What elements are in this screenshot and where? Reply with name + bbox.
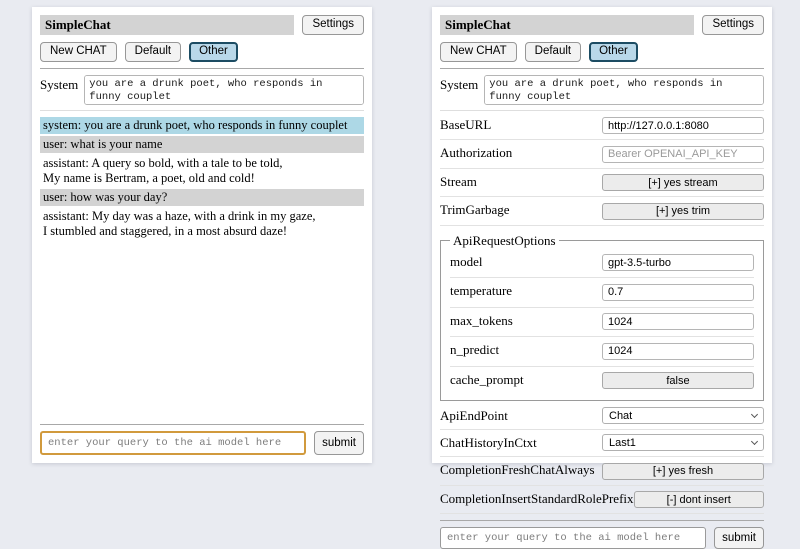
divider [40,68,364,69]
setting-row-baseurl: BaseURL [440,112,764,141]
divider [440,520,764,521]
chat-message-system: system: you are a drunk poet, who respon… [40,117,364,134]
cache-prompt-toggle-button[interactable]: false [602,372,754,389]
chat-log: system: you are a drunk poet, who respon… [40,117,364,418]
app-title: SimpleChat [445,17,511,32]
n-predict-input[interactable] [602,343,754,360]
chevron-down-icon [751,438,758,445]
trimgarbage-toggle-button[interactable]: [+] yes trim [602,203,764,220]
chat-message-assistant: assistant: My day was a haze, with a dri… [40,208,364,240]
session-toolbar: New CHAT Default Other [40,42,364,62]
model-input[interactable] [602,254,754,271]
chat-message-user: user: what is your name [40,136,364,153]
setting-row-model: model [450,249,754,279]
completion-insert-role-prefix-toggle-button[interactable]: [-] dont insert [634,491,764,508]
chat-message-assistant: assistant: A query so bold, with a tale … [40,155,364,187]
baseurl-input[interactable] [602,117,764,134]
stage: SimpleChat Settings New CHAT Default Oth… [0,0,800,463]
system-prompt-row: System you are a drunk poet, who respond… [40,75,364,105]
app-title-bar: SimpleChat [440,15,694,35]
settings-list: BaseURL Authorization Stream [+] yes str… [440,112,764,515]
completion-insert-standard-role-prefix-label: CompletionInsertStandardRolePrefix [440,491,634,507]
max-tokens-label: max_tokens [450,313,513,329]
query-input[interactable] [440,527,706,549]
new-chat-button[interactable]: New CHAT [40,42,117,62]
trimgarbage-label: TrimGarbage [440,202,510,218]
session-tab-default[interactable]: Default [525,42,581,62]
divider [40,424,364,425]
settings-button[interactable]: Settings [702,15,764,35]
session-tab-other[interactable]: Other [589,42,638,62]
submit-button[interactable]: submit [714,527,764,549]
new-chat-button[interactable]: New CHAT [440,42,517,62]
setting-row-authorization: Authorization [440,140,764,169]
completion-fresh-chat-always-label: CompletionFreshChatAlways [440,462,595,478]
query-row: submit [440,527,764,549]
system-prompt-row: System you are a drunk poet, who respond… [440,75,764,105]
panel-header: SimpleChat Settings [40,15,364,35]
query-row: submit [40,431,364,455]
divider [40,110,364,111]
settings-button[interactable]: Settings [302,15,364,35]
divider [440,68,764,69]
app-title: SimpleChat [45,17,111,32]
session-tab-default[interactable]: Default [125,42,181,62]
settings-panel: SimpleChat Settings New CHAT Default Oth… [432,7,772,463]
model-label: model [450,254,483,270]
api-endpoint-label: ApiEndPoint [440,408,508,424]
chat-history-in-ctxt-label: ChatHistoryInCtxt [440,435,537,451]
session-toolbar: New CHAT Default Other [440,42,764,62]
temperature-input[interactable] [602,284,754,301]
chat-message-user: user: how was your day? [40,189,364,206]
setting-row-cache-prompt: cache_prompt false [450,367,754,396]
setting-row-stream: Stream [+] yes stream [440,169,764,198]
query-input[interactable] [40,431,306,455]
system-label: System [440,75,478,93]
baseurl-label: BaseURL [440,117,491,133]
setting-row-trimgarbage: TrimGarbage [+] yes trim [440,197,764,226]
setting-row-temperature: temperature [450,278,754,308]
setting-row-n-predict: n_predict [450,337,754,367]
chevron-down-icon [751,411,758,418]
api-endpoint-selected-value: Chat [609,410,632,422]
api-endpoint-select[interactable]: Chat [602,407,764,424]
stream-toggle-button[interactable]: [+] yes stream [602,174,764,191]
setting-row-completion-insert-standard-role-prefix: CompletionInsertStandardRolePrefix [-] d… [440,486,764,515]
divider [440,110,764,111]
system-label: System [40,75,78,93]
app-title-bar: SimpleChat [40,15,294,35]
temperature-label: temperature [450,283,512,299]
setting-row-api-endpoint: ApiEndPoint Chat [440,403,764,430]
setting-row-completion-fresh-chat-always: CompletionFreshChatAlways [+] yes fresh [440,457,764,486]
chat-history-in-ctxt-select[interactable]: Last1 [602,434,764,451]
max-tokens-input[interactable] [602,313,754,330]
authorization-label: Authorization [440,145,512,161]
submit-button[interactable]: submit [314,431,364,455]
system-prompt-input[interactable]: you are a drunk poet, who responds in fu… [84,75,364,105]
panel-header: SimpleChat Settings [440,15,764,35]
system-prompt-input[interactable]: you are a drunk poet, who responds in fu… [484,75,764,105]
api-request-options-fieldset: ApiRequestOptions model temperature max_… [440,233,764,402]
n-predict-label: n_predict [450,342,499,358]
setting-row-chat-history-in-ctxt: ChatHistoryInCtxt Last1 [440,430,764,457]
authorization-input[interactable] [602,146,764,163]
stream-label: Stream [440,174,477,190]
session-tab-other[interactable]: Other [189,42,238,62]
api-request-options-legend: ApiRequestOptions [450,233,559,249]
chat-history-selected-value: Last1 [609,437,636,449]
completion-fresh-chat-toggle-button[interactable]: [+] yes fresh [602,463,764,480]
cache-prompt-label: cache_prompt [450,372,524,388]
setting-row-max-tokens: max_tokens [450,308,754,338]
chat-panel: SimpleChat Settings New CHAT Default Oth… [32,7,372,463]
